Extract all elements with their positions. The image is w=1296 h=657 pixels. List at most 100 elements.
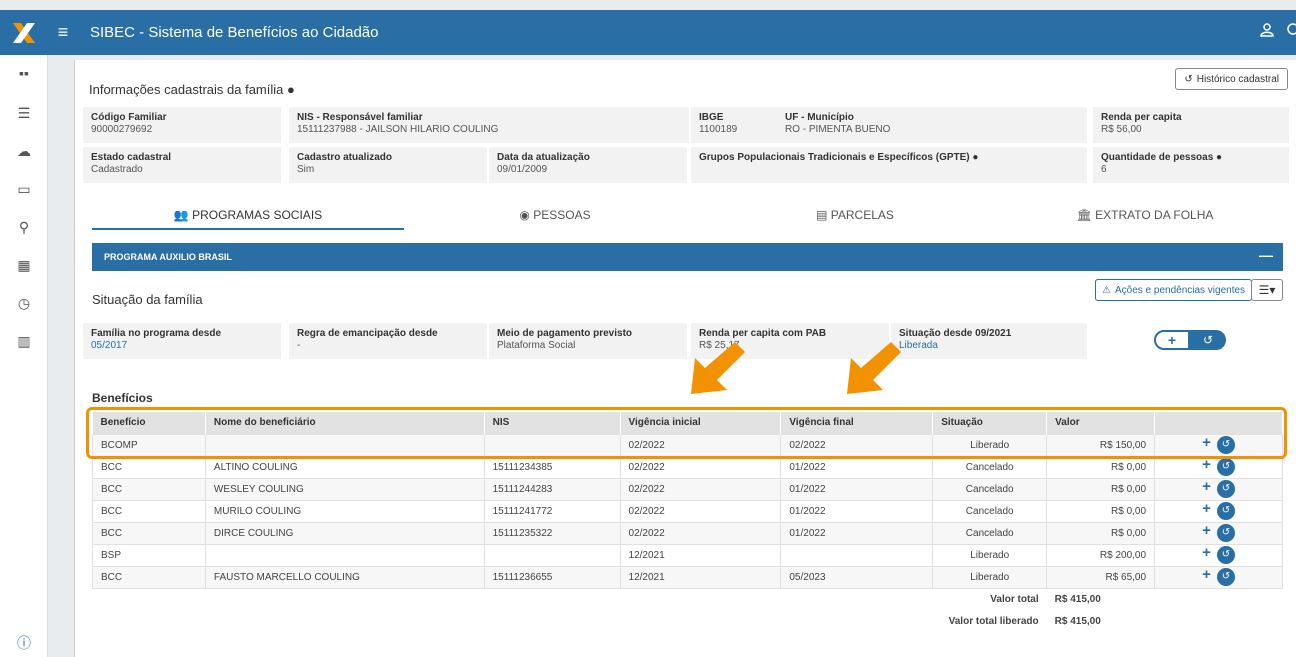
info-gpte: Grupos Populacionais Tradicionais e Espe… xyxy=(691,147,1087,183)
add-icon[interactable]: + xyxy=(1202,567,1211,586)
total-value: R$ 415,00 xyxy=(1046,588,1155,610)
info-regra-emancipacao: Regra de emancipação desde - xyxy=(289,323,487,359)
col-nome: Nome do beneficiário xyxy=(205,412,485,434)
cell-vigencia-inicial: 02/2022 xyxy=(619,521,782,545)
user-icon[interactable] xyxy=(1260,23,1274,42)
cell-nis: 15111235322 xyxy=(483,521,621,545)
cell-vigencia-final: 05/2023 xyxy=(780,565,934,589)
col-vigencia-final: Vigência final xyxy=(780,412,934,434)
cell-situacao: Cancelado xyxy=(932,455,1048,479)
grid-icon[interactable]: ▪▪ xyxy=(0,65,48,81)
cell-nis: 15111241772 xyxy=(483,499,621,523)
bank-icon: 🏛 xyxy=(1076,208,1092,222)
total-row: Valor total R$ 415,00 xyxy=(92,588,1283,610)
add-icon[interactable]: + xyxy=(1202,523,1211,542)
info-icon[interactable]: ● xyxy=(972,152,978,163)
history-icon: ↺ xyxy=(1184,73,1193,85)
alarm-icon[interactable]: ◷ xyxy=(0,295,48,312)
search-icon[interactable]: ⚲ xyxy=(0,219,48,236)
cell-beneficio: BCOMP xyxy=(92,433,206,457)
tab-extrato-folha[interactable]: 🏛 EXTRATO DA FOLHA xyxy=(1005,208,1285,230)
benefits-title: Benefícios xyxy=(92,391,153,405)
add-icon[interactable]: + xyxy=(1202,457,1211,476)
cell-nis: 15111236655 xyxy=(483,565,621,589)
add-icon[interactable]: + xyxy=(1202,545,1211,564)
cell-nome: FAUSTO MARCELLO COULING xyxy=(204,565,485,589)
cloud-icon[interactable]: ☁ xyxy=(0,143,48,160)
add-icon[interactable]: + xyxy=(1154,330,1190,350)
users-icon: 👥 xyxy=(173,208,189,222)
acoes-pendencias-button[interactable]: ⚠ Ações e pendências vigentes xyxy=(1095,279,1253,301)
history-icon[interactable]: ↺ xyxy=(1216,568,1235,586)
add-icon[interactable]: + xyxy=(1202,501,1211,520)
cell-nis xyxy=(483,543,621,567)
calendar-icon[interactable]: ▦ xyxy=(0,257,48,274)
info-icon[interactable]: ● xyxy=(1216,152,1222,163)
history-icon[interactable]: ↺ xyxy=(1216,436,1235,454)
history-icon[interactable]: ↺ xyxy=(1190,330,1226,350)
cell-valor: R$ 150,00 xyxy=(1046,433,1156,457)
cell-situacao: Cancelado xyxy=(932,521,1048,545)
tab-programas-sociais[interactable]: 👥 PROGRAMAS SOCIAIS xyxy=(92,208,404,230)
cell-situacao: Cancelado xyxy=(932,477,1048,501)
info-estado-cadastral: Estado cadastral Cadastrado xyxy=(83,147,281,183)
hamburger-icon[interactable]: ≡ xyxy=(48,22,78,43)
benefits-table: Benefício Nome do beneficiário NIS Vigên… xyxy=(92,412,1283,632)
family-info-title: Informações cadastrais da família ● xyxy=(89,82,295,97)
app-title: SIBEC - Sistema de Benefícios ao Cidadão xyxy=(90,24,379,41)
table-row: BCC ALTINO COULING 15111234385 02/2022 01/20… xyxy=(92,455,1283,479)
search-icon[interactable] xyxy=(1286,22,1296,41)
info-icon[interactable]: ● xyxy=(287,82,295,97)
cell-nome: MURILO COULING xyxy=(204,499,485,523)
cell-vigencia-final: 02/2022 xyxy=(780,433,934,457)
cell-beneficio: BSP xyxy=(92,543,206,567)
program-header[interactable]: PROGRAMA AUXILIO BRASIL — xyxy=(92,243,1283,271)
history-icon[interactable]: ↺ xyxy=(1216,546,1235,564)
table-header-row: Benefício Nome do beneficiário NIS Vigên… xyxy=(92,412,1283,434)
cell-valor: R$ 0,00 xyxy=(1046,521,1156,545)
left-rail: ▪▪ ☰ ☁ ▭ ⚲ ▦ ◷ ▥ ⓘ xyxy=(0,55,48,657)
building-icon[interactable]: ▥ xyxy=(0,333,48,350)
table-row: BCC WESLEY COULING 15111244283 02/2022 01/20… xyxy=(92,477,1283,501)
table-row: BCC DIRCE COULING 15111235322 02/2022 01/202… xyxy=(92,521,1283,545)
collapse-icon[interactable]: — xyxy=(1259,247,1273,263)
table-row: BCOMP 02/2022 02/2022 Liberado R$ 150,00 + ↺ xyxy=(92,433,1283,457)
list-icon[interactable]: ☰ xyxy=(0,105,48,122)
cell-vigencia-final: 01/2022 xyxy=(780,499,934,523)
main-content: Informações cadastrais da família ● ↺ Hi… xyxy=(74,60,1296,657)
tab-parcelas[interactable]: ▤ PARCELAS xyxy=(705,208,1005,230)
info-uf-municipio: UF - Município RO - PIMENTA BUENO xyxy=(777,107,1087,143)
info-data-atualizacao: Data da atualização 09/01/2009 xyxy=(489,147,687,183)
cell-beneficio: BCC xyxy=(92,565,206,589)
col-beneficio: Benefício xyxy=(92,412,206,434)
add-icon[interactable]: + xyxy=(1202,479,1211,498)
info-renda-com-pab: Renda per capita com PAB R$ 25,17 xyxy=(691,323,889,359)
cell-vigencia-inicial: 12/2021 xyxy=(619,543,782,567)
table-icon: ▤ xyxy=(816,208,828,222)
cell-actions: + ↺ xyxy=(1154,543,1283,567)
history-icon[interactable]: ↺ xyxy=(1216,458,1235,476)
cell-vigencia-final: 01/2022 xyxy=(780,477,934,501)
cell-actions: + ↺ xyxy=(1154,499,1283,523)
cell-nome xyxy=(204,433,485,457)
tab-pessoas[interactable]: ◉ PESSOAS xyxy=(405,208,705,230)
options-menu-button[interactable]: ☰▾ xyxy=(1251,279,1283,301)
history-button[interactable]: ↺ Histórico cadastral xyxy=(1175,68,1288,90)
cell-situacao: Cancelado xyxy=(932,499,1048,523)
col-situacao: Situação xyxy=(932,412,1048,434)
col-vigencia-inicial: Vigência inicial xyxy=(620,412,782,434)
info-ibge: IBGE 1100189 xyxy=(691,107,781,143)
history-icon[interactable]: ↺ xyxy=(1216,524,1235,542)
history-icon[interactable]: ↺ xyxy=(1216,502,1235,520)
add-icon[interactable]: + xyxy=(1202,435,1211,454)
cell-valor: R$ 0,00 xyxy=(1046,477,1156,501)
caixa-logo-icon xyxy=(0,10,48,55)
history-icon[interactable]: ↺ xyxy=(1216,480,1235,498)
folder-icon[interactable]: ▭ xyxy=(0,181,48,198)
cell-nis xyxy=(483,433,621,457)
person-circle-icon: ◉ xyxy=(519,208,530,222)
info-icon[interactable]: ⓘ xyxy=(0,633,48,653)
cell-beneficio: BCC xyxy=(92,477,206,501)
cell-vigencia-inicial: 02/2022 xyxy=(619,499,782,523)
cell-actions: + ↺ xyxy=(1154,521,1283,545)
